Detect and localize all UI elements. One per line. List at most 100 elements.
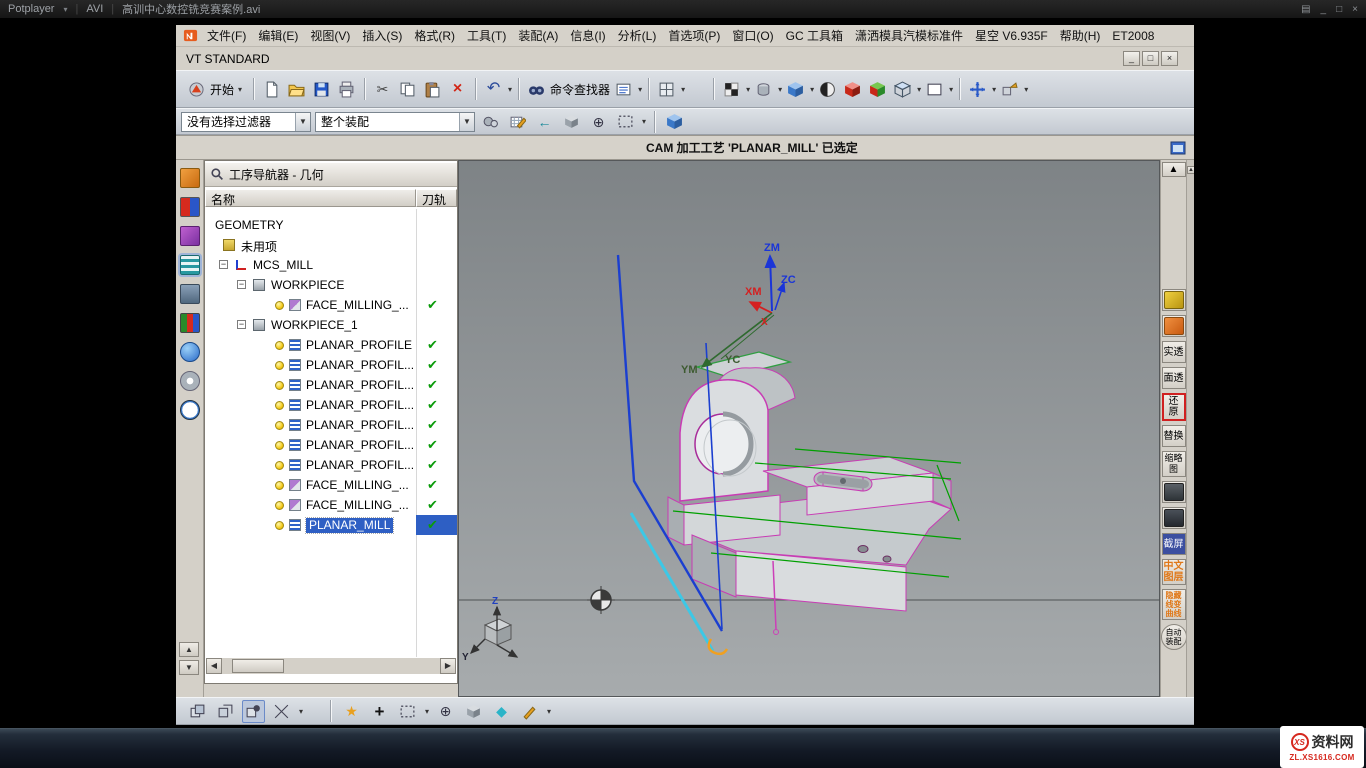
tree-row-face-milling[interactable]: FACE_MILLING_... ✔ [205,295,457,315]
assembly-navigator-icon[interactable] [180,168,200,188]
menu-preferences[interactable]: 首选项(P) [662,25,726,46]
window-restore-button[interactable]: □ [1142,51,1159,66]
tree-row-planar-profile[interactable]: PLANAR_PROFIL... ✔ [205,415,457,435]
player-maximize-icon[interactable]: □ [1336,4,1342,15]
caret-down-icon[interactable]: ▾ [810,85,814,94]
halfshade-sphere-button[interactable] [816,78,839,101]
menu-analysis[interactable]: 分析(L) [612,25,663,46]
command-finder-icon[interactable] [525,78,548,101]
caret-down-icon[interactable]: ▾ [949,85,953,94]
gear-pair-icon[interactable] [479,110,502,133]
chinese-layer-button[interactable]: 中文图层 [1162,559,1186,585]
caret-down-icon[interactable]: ▾ [778,85,782,94]
save-button[interactable] [310,78,333,101]
move-object-button[interactable] [966,78,989,101]
tree-row-planar-profile[interactable]: PLANAR_PROFILE ✔ [205,335,457,355]
history-icon[interactable] [180,371,200,391]
tree-row-planar-profile[interactable]: PLANAR_PROFIL... ✔ [205,395,457,415]
dashed-rect-select-icon[interactable] [396,700,419,723]
snapsh-view-button[interactable] [752,78,775,101]
menu-insert[interactable]: 插入(S) [356,25,408,46]
caret-down-icon[interactable]: ▾ [1024,85,1028,94]
command-list-caret-icon[interactable]: ▾ [638,85,642,94]
web-browser-icon[interactable] [180,342,200,362]
menu-file[interactable]: 文件(F) [201,25,252,46]
resource-scroll-up-icon[interactable]: ▲ [179,642,199,657]
column-toolpath[interactable]: 刀轨 [416,189,457,207]
true-shading-button[interactable]: 实透 [1162,341,1186,363]
menu-assemblies[interactable]: 装配(A) [512,25,564,46]
tree-row-workpiece[interactable]: − WORKPIECE [205,275,457,295]
layer-visibility-icon[interactable] [1162,289,1186,311]
snap-caret-icon[interactable]: ▾ [299,707,303,716]
machine-tool-view-icon[interactable] [180,284,200,304]
navigator-horizontal-scrollbar[interactable]: ◀ ▶ [206,658,456,674]
orange-tool-icon[interactable] [1162,315,1186,337]
scroll-up-icon[interactable]: ▲ [1187,166,1194,174]
menu-help[interactable]: 帮助(H) [1054,25,1107,46]
collapse-icon[interactable]: − [237,280,246,289]
wcs-mini-triad[interactable]: Z Y [462,596,517,663]
snap-end-point-icon[interactable] [214,700,237,723]
pencil-point-icon[interactable] [518,700,541,723]
menu-window[interactable]: 窗口(O) [726,25,779,46]
plus-icon[interactable]: + [368,700,391,723]
target-point-icon[interactable]: ⊕ [434,700,457,723]
menu-tools[interactable]: 工具(T) [461,25,512,46]
screenshot-button[interactable]: 截屏 [1162,533,1186,555]
sparkle-icon[interactable]: ★ [340,700,363,723]
combo-dropdown-icon[interactable]: ▼ [295,113,310,131]
player-minimize-icon[interactable]: _ [1321,4,1327,15]
clock-icon[interactable] [180,400,200,420]
scrollbar-thumb[interactable] [232,659,284,673]
shaded-part-icon[interactable] [663,110,686,133]
tree-row-planar-profile[interactable]: PLANAR_PROFIL... ✔ [205,375,457,395]
red-cube-button[interactable] [841,78,864,101]
reuse-library-icon[interactable] [180,313,200,333]
snap-point-icon[interactable] [186,700,209,723]
menu-edit[interactable]: 编辑(E) [252,25,304,46]
cut-button[interactable]: ✂ [371,78,394,101]
mini-cube-icon[interactable] [560,110,583,133]
snap-target-icon[interactable]: ⊕ [587,110,610,133]
hidden-line-to-curve-button[interactable]: 隐藏线变曲线 [1162,589,1186,620]
tree-row-unused[interactable]: 未用项 [205,235,457,255]
window-minimize-button[interactable]: _ [1123,51,1140,66]
back-arrow-icon[interactable]: ← [533,110,556,133]
viewport-scrollbar[interactable]: ▲ [1186,160,1194,697]
diamond-point-icon[interactable]: ◆ [490,700,513,723]
menu-et2008[interactable]: ET2008 [1106,27,1160,45]
cad-model[interactable] [668,352,951,611]
dark-view-icon[interactable] [1162,481,1186,503]
undo-caret-icon[interactable]: ▾ [508,85,512,94]
open-file-button[interactable] [285,78,308,101]
caret-down-icon[interactable]: ▾ [642,117,646,126]
collapse-icon[interactable]: − [237,320,246,329]
menu-format[interactable]: 格式(R) [408,25,461,46]
undo-button[interactable]: ↶ [482,78,505,101]
camera-view-icon[interactable] [1162,507,1186,529]
tree-row-face-milling[interactable]: FACE_MILLING_... ✔ [205,475,457,495]
tree-row-planar-profile[interactable]: PLANAR_PROFIL... ✔ [205,455,457,475]
menu-gc-toolbox[interactable]: GC 工具箱 [780,25,849,46]
tree-row-planar-profile[interactable]: PLANAR_PROFIL... ✔ [205,355,457,375]
operation-navigator-icon[interactable] [180,255,200,275]
grid-pencil-icon[interactable] [506,110,529,133]
tree-row-geometry[interactable]: GEOMETRY [205,215,457,235]
caret-down-icon[interactable]: ▾ [547,707,551,716]
caret-down-icon[interactable]: ▾ [917,85,921,94]
menu-view[interactable]: 视图(V) [304,25,356,46]
prompt-window-icon[interactable] [1170,140,1186,159]
auto-assembly-button[interactable]: 自动装配 [1161,624,1187,650]
face-translucency-button[interactable]: 面透 [1162,367,1186,389]
caret-down-icon[interactable]: ▾ [746,85,750,94]
tree-row-planar-mill-selected[interactable]: PLANAR_MILL ✔ [205,515,457,535]
shaded-view-button[interactable] [784,78,807,101]
window-close-button[interactable]: × [1161,51,1178,66]
transform-button[interactable] [998,78,1021,101]
copy-button[interactable] [396,78,419,101]
cube-point-icon[interactable] [462,700,485,723]
command-finder-label[interactable]: 命令查找器 [550,81,610,98]
menu-mold-standard[interactable]: 潇洒模具汽模标准件 [849,25,969,46]
paste-button[interactable] [421,78,444,101]
